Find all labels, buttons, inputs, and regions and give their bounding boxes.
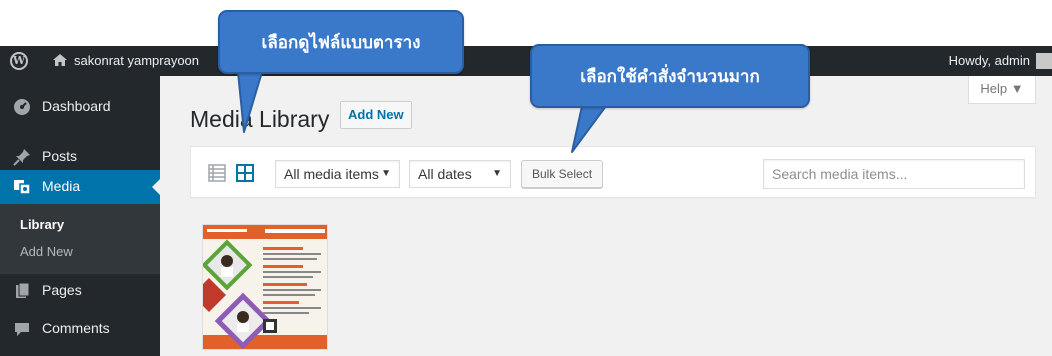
howdy-user-link[interactable]: Howdy, admin: [949, 53, 1030, 68]
sidebar-item-label: Dashboard: [42, 98, 111, 114]
attachment-image: [203, 225, 327, 349]
media-icon: [12, 178, 32, 196]
comment-icon: [12, 320, 32, 338]
sidebar-item-pages[interactable]: Pages: [0, 274, 160, 308]
pages-icon: [12, 282, 32, 300]
sidebar-item-dashboard[interactable]: Dashboard: [0, 90, 160, 124]
media-toolbar: All media items ▼ All dates ▼ Bulk Selec…: [190, 146, 1036, 198]
active-menu-arrow: [152, 179, 160, 195]
screen: W sakonrat yamprayoon Howdy, admin Dashb…: [0, 0, 1052, 356]
sidebar-item-label: Comments: [42, 320, 110, 336]
list-view-icon[interactable]: [207, 163, 227, 183]
search-input[interactable]: [763, 159, 1025, 189]
grid-view-icon[interactable]: [235, 163, 255, 183]
admin-bar: W sakonrat yamprayoon Howdy, admin: [0, 46, 1052, 76]
pin-icon: [12, 148, 32, 166]
avatar[interactable]: [1036, 53, 1052, 69]
home-icon[interactable]: [52, 52, 68, 68]
add-new-button[interactable]: Add New: [340, 101, 412, 129]
admin-sidebar: Dashboard Posts Media Library Add New Pa…: [0, 76, 160, 356]
sidebar-item-label: Pages: [42, 282, 82, 298]
media-submenu: Library Add New: [0, 204, 160, 274]
sidebar-item-media[interactable]: Media: [0, 170, 160, 204]
sidebar-item-posts[interactable]: Posts: [0, 140, 160, 174]
dashboard-icon: [12, 98, 32, 116]
date-filter[interactable]: All dates ▼: [409, 160, 511, 188]
media-type-filter-value: All media items: [284, 166, 379, 182]
help-tab[interactable]: Help ▼: [968, 76, 1036, 104]
chevron-down-icon: ▼: [492, 168, 502, 179]
callout-bulk-pointer: [571, 106, 607, 153]
submenu-item-add-new[interactable]: Add New: [20, 244, 73, 259]
sidebar-item-label: Posts: [42, 148, 78, 164]
date-filter-value: All dates: [418, 166, 472, 182]
site-name-link[interactable]: sakonrat yamprayoon: [74, 53, 199, 68]
media-attachment-thumbnail[interactable]: [202, 224, 328, 350]
callout-grid-pointer: [237, 72, 263, 133]
chevron-down-icon: ▼: [381, 168, 391, 179]
bulk-select-button[interactable]: Bulk Select: [521, 160, 604, 188]
callout-bulk-select: เลือกใช้คำสั่งจำนวนมาก: [530, 44, 810, 108]
callout-grid-view: เลือกดูไฟล์แบบตาราง: [218, 10, 464, 74]
media-type-filter[interactable]: All media items ▼: [275, 160, 400, 188]
sidebar-item-comments[interactable]: Comments: [0, 312, 160, 346]
sidebar-item-label: Media: [42, 178, 81, 194]
submenu-item-library[interactable]: Library: [20, 217, 64, 232]
wordpress-logo-icon[interactable]: W: [10, 52, 28, 70]
